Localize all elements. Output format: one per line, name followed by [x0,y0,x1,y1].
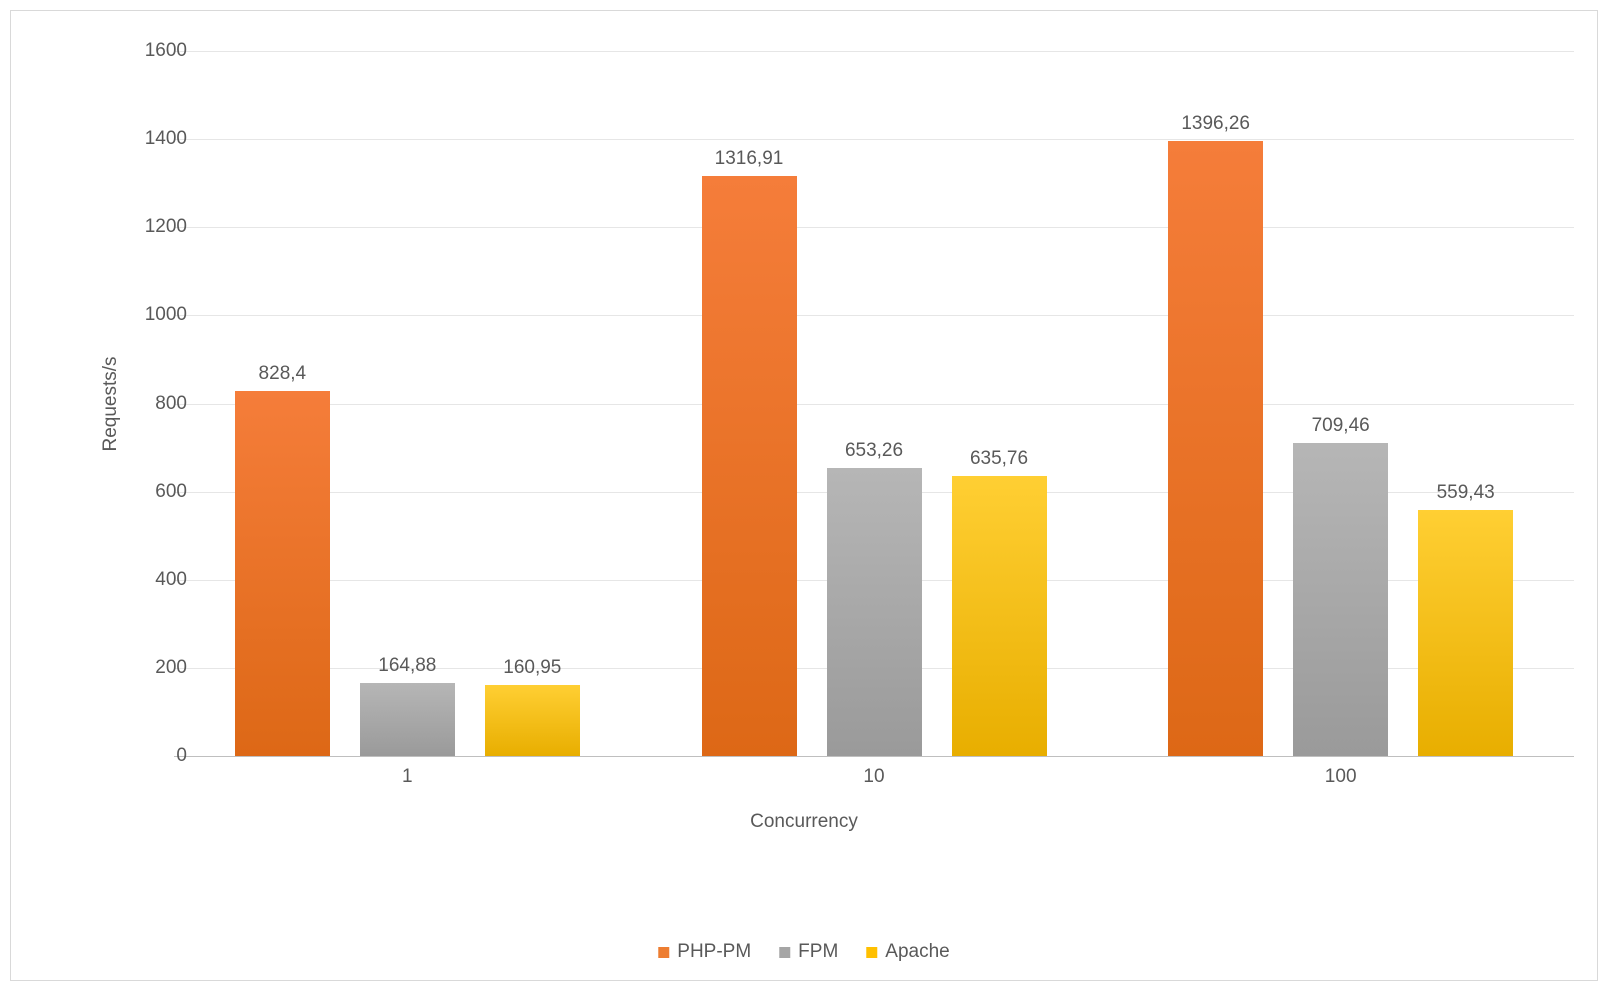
x-tick-label: 100 [1325,766,1357,788]
y-tick-label: 200 [137,657,187,679]
bar-apache-10 [952,476,1047,756]
chart-frame: Requests/s Concurrency 828,4 164,88 160,95… [10,10,1598,981]
legend-label: Apache [885,941,949,963]
bar-label: 709,46 [1312,415,1370,443]
bar-fpm-1 [360,683,455,756]
bar-label: 1316,91 [715,148,784,176]
y-tick-label: 1600 [137,40,187,62]
swatch-yellow [866,947,877,958]
plot-area: 828,4 164,88 160,95 1316,91 653,26 635,76 1396… [174,51,1574,756]
bar-phppm-10 [702,176,797,756]
bar-fpm-10 [827,468,922,756]
legend: PHP-PM FPM Apache [658,941,949,963]
x-tick-label: 1 [402,766,413,788]
y-tick-label: 600 [137,481,187,503]
legend-label: PHP-PM [677,941,751,963]
bar-label: 164,88 [378,655,436,683]
bar-label: 160,95 [503,657,561,685]
bar-label: 1396,26 [1181,113,1250,141]
y-tick-label: 1400 [137,128,187,150]
bar-phppm-100 [1168,141,1263,756]
legend-item-apache: Apache [866,941,949,963]
legend-item-phppm: PHP-PM [658,941,751,963]
y-tick-label: 800 [137,393,187,415]
swatch-gray [779,947,790,958]
bar-phppm-1 [235,391,330,756]
y-tick-label: 400 [137,569,187,591]
y-tick-label: 1200 [137,216,187,238]
bar-label: 828,4 [259,363,307,391]
x-tick-label: 10 [863,766,884,788]
legend-label: FPM [798,941,838,963]
y-tick-label: 0 [137,745,187,767]
y-axis-label: Requests/s [100,356,122,451]
legend-item-fpm: FPM [779,941,838,963]
bar-apache-1 [485,685,580,756]
bar-label: 559,43 [1437,482,1495,510]
y-tick-label: 1000 [137,304,187,326]
swatch-orange [658,947,669,958]
bars-group: 828,4 164,88 160,95 1316,91 653,26 635,76 1396… [174,51,1574,756]
bar-apache-100 [1418,510,1513,756]
bar-label: 635,76 [970,448,1028,476]
bar-label: 653,26 [845,440,903,468]
x-axis-label: Concurrency [750,811,858,833]
bar-fpm-100 [1293,443,1388,756]
